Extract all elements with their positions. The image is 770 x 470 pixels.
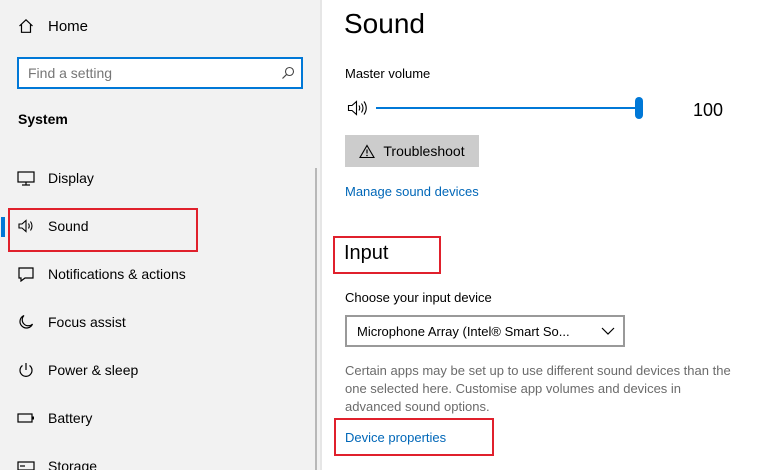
sidebar-item-label: Notifications & actions (48, 266, 186, 282)
active-indicator (1, 217, 5, 237)
page-title: Sound (344, 8, 425, 39)
sidebar-item-label: Battery (48, 410, 93, 426)
troubleshoot-button[interactable]: Troubleshoot (345, 135, 479, 167)
input-info-text: Certain apps may be set up to use differ… (345, 363, 731, 414)
slider-track (376, 107, 638, 109)
slider-thumb[interactable] (635, 97, 643, 119)
section-title-system: System (18, 111, 68, 127)
sidebar-item-notifications[interactable]: Notifications & actions (0, 254, 316, 294)
warning-icon (359, 143, 376, 159)
battery-icon (16, 408, 36, 428)
sidebar-item-display[interactable]: Display (0, 158, 316, 198)
manage-sound-devices-link[interactable]: Manage sound devices (345, 184, 479, 199)
volume-value: 100 (693, 100, 724, 120)
speaker-icon (16, 216, 36, 236)
home-icon (18, 18, 34, 34)
input-device-dropdown[interactable]: Microphone Array (Intel® Smart So... (345, 315, 625, 347)
home-label: Home (48, 17, 89, 35)
troubleshoot-label: Troubleshoot (383, 143, 465, 159)
pane-divider (320, 0, 322, 470)
sidebar: Home System Display Sound Notifications … (0, 0, 320, 470)
sidebar-item-focus-assist[interactable]: Focus assist (0, 302, 316, 342)
notification-icon (16, 264, 36, 284)
speaker-volume-icon (347, 99, 369, 117)
input-section-heading: Input (344, 242, 389, 264)
choose-input-label: Choose your input device (345, 290, 492, 305)
sidebar-item-battery[interactable]: Battery (0, 398, 316, 438)
storage-icon (16, 456, 36, 470)
sidebar-item-label: Sound (48, 218, 89, 234)
power-icon (16, 360, 36, 380)
chevron-down-icon (593, 327, 623, 335)
search-field[interactable] (17, 57, 303, 89)
sidebar-item-label: Power & sleep (48, 362, 139, 378)
sidebar-item-power-sleep[interactable]: Power & sleep (0, 350, 316, 390)
master-volume-label: Master volume (345, 66, 431, 81)
sidebar-item-label: Storage (48, 458, 98, 470)
monitor-icon (16, 168, 36, 188)
mute-button[interactable] (347, 97, 371, 119)
search-icon[interactable] (275, 59, 301, 87)
sidebar-item-label: Focus assist (48, 314, 126, 330)
sidebar-item-sound[interactable]: Sound (0, 206, 316, 246)
sidebar-scrollbar[interactable] (315, 168, 317, 470)
sidebar-item-storage[interactable]: Storage (0, 446, 316, 470)
device-properties-link[interactable]: Device properties (345, 430, 446, 445)
moon-icon (16, 312, 36, 332)
master-volume-slider[interactable] (376, 97, 644, 121)
home-nav-item[interactable]: Home (18, 14, 88, 38)
sidebar-item-label: Display (48, 170, 94, 186)
input-device-value: Microphone Array (Intel® Smart So... (357, 323, 570, 339)
search-input[interactable] (28, 65, 275, 81)
